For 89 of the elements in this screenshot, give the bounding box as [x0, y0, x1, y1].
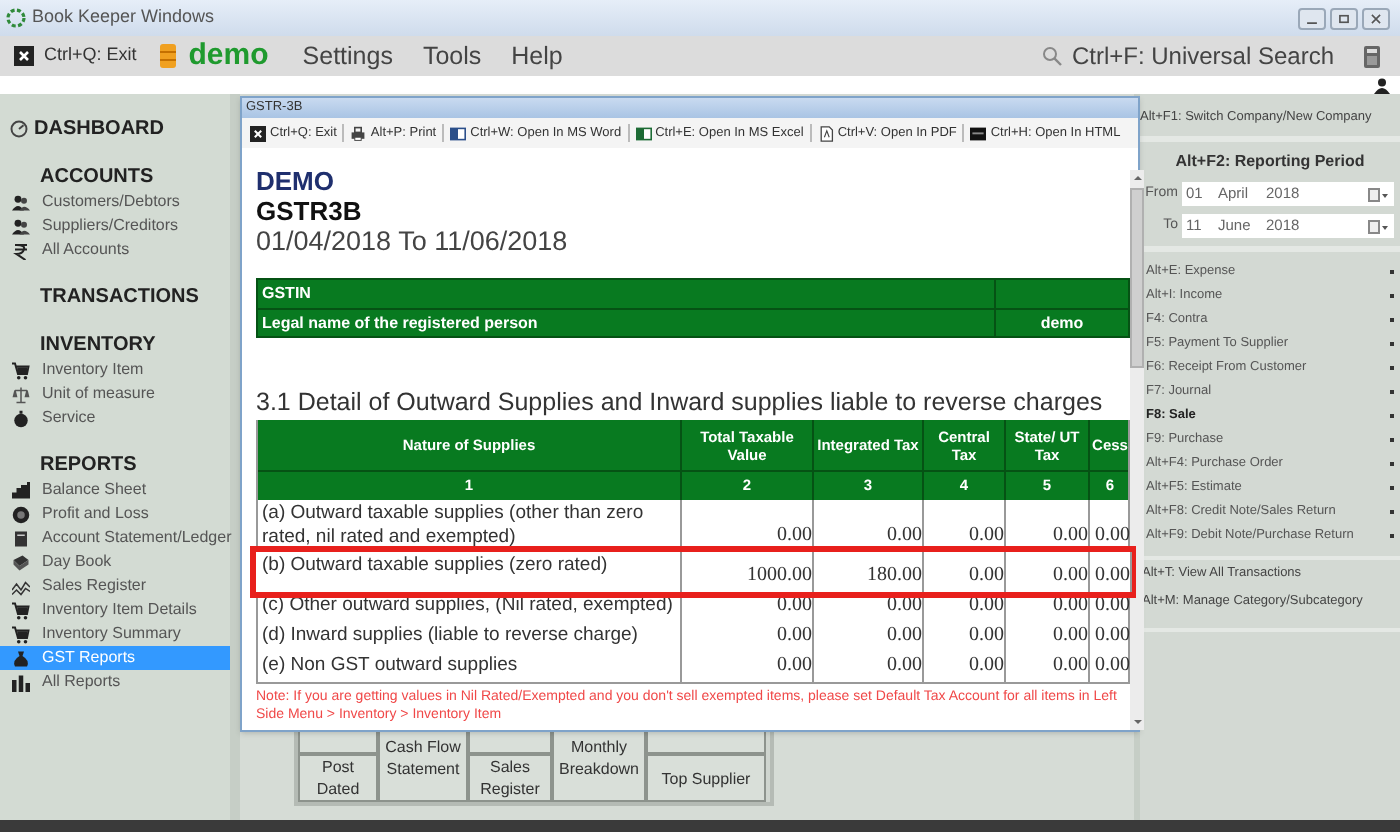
- universal-search-link[interactable]: Ctrl+F: Universal Search: [1071, 38, 1334, 74]
- period-text: 01/04/2018 To 11/06/2018: [256, 226, 570, 258]
- report-tile[interactable]: Sales Register: [468, 754, 552, 802]
- ledger-icon: [12, 529, 30, 547]
- table-cell: (d) Inward supplies (liable to reverse charge): [258, 622, 682, 652]
- bars-icon: [12, 673, 30, 691]
- info-label: GSTIN: [260, 282, 313, 306]
- scroll-down-icon[interactable]: [1131, 716, 1143, 728]
- people-icon: [12, 193, 30, 211]
- restore-icon[interactable]: [1330, 7, 1358, 29]
- table-cell: 0.00: [1006, 552, 1090, 592]
- table-cell: 0.00: [814, 652, 924, 682]
- timer-icon: [12, 409, 30, 427]
- app-logo-icon: [6, 8, 26, 28]
- sidebar-item[interactable]: Inventory Item Details: [0, 598, 230, 622]
- menu-item[interactable]: Help: [511, 37, 563, 75]
- scroll-up-icon[interactable]: [1131, 172, 1143, 184]
- table-cell: 0.00: [924, 652, 1006, 682]
- section-heading: DASHBOARD: [34, 115, 164, 143]
- database-icon: [158, 44, 179, 68]
- search-icon: [1041, 46, 1062, 66]
- report-heading: GSTR3B: [256, 196, 364, 226]
- menu-item[interactable]: Settings: [302, 37, 393, 75]
- table-cell: 0.00: [682, 622, 814, 652]
- table-cell: 1000.00: [682, 552, 814, 592]
- print-icon: [350, 125, 367, 141]
- cart-icon: [12, 361, 30, 379]
- table-cell: (b) Outward taxable supplies (zero rated): [258, 552, 682, 592]
- scale-icon: [12, 385, 30, 403]
- word-icon: [450, 125, 467, 141]
- window-title: Book Keeper Windows: [32, 4, 215, 31]
- sidebar-item[interactable]: Service: [0, 406, 230, 430]
- steps-icon: [12, 481, 30, 499]
- sidebar-item[interactable]: Profit and Loss: [0, 502, 230, 526]
- info-label: Legal name of the registered person: [260, 312, 540, 336]
- section-heading: TRANSACTIONS: [40, 283, 199, 311]
- exit-icon: [14, 46, 34, 66]
- gauge-icon: [10, 119, 28, 137]
- close-icon[interactable]: [1362, 7, 1390, 29]
- section-heading: INVENTORY: [40, 331, 156, 359]
- table-cell: (e) Non GST outward supplies: [258, 652, 682, 682]
- info-value: demo: [1040, 311, 1084, 335]
- report-tile[interactable]: Post Dated: [298, 754, 378, 802]
- sidebar-item[interactable]: Account Statement/Ledger: [0, 526, 230, 550]
- cart-icon: [12, 601, 30, 619]
- sidebar-item[interactable]: Balance Sheet: [0, 478, 230, 502]
- reporting-period-title: Alt+F2: Reporting Period: [1173, 150, 1367, 174]
- cart-icon: [12, 625, 30, 643]
- sidebar-item[interactable]: Day Book: [0, 550, 230, 574]
- table-cell: 180.00: [814, 552, 924, 592]
- table-cell: 0.00: [814, 622, 924, 652]
- section-heading: REPORTS: [40, 451, 137, 479]
- people-icon: [12, 217, 30, 235]
- sidebar-item[interactable]: Suppliers/Creditors: [0, 214, 230, 238]
- rupee-icon: [12, 241, 30, 259]
- company-heading: DEMO: [256, 166, 336, 196]
- exit-menu-item[interactable]: Ctrl+Q: Exit: [44, 42, 137, 70]
- section-heading: ACCOUNTS: [40, 163, 154, 191]
- table-cell: 0.00: [682, 652, 814, 682]
- user-icon[interactable]: [1374, 77, 1390, 93]
- table-cell: 0.00: [1006, 652, 1090, 682]
- calculator-icon[interactable]: [1364, 45, 1380, 67]
- wave-icon: [12, 577, 30, 595]
- book-icon: [12, 553, 30, 571]
- calendar-dropdown-icon[interactable]: [1368, 187, 1390, 201]
- sidebar-item[interactable]: Inventory Summary: [0, 622, 230, 646]
- table-cell: 0.00: [924, 622, 1006, 652]
- sidebar-item[interactable]: GST Reports: [0, 646, 230, 670]
- table-cell: 0.00: [1006, 622, 1090, 652]
- coin-icon: [12, 505, 30, 523]
- sidebar-item[interactable]: Inventory Item: [0, 358, 230, 382]
- html-icon: [970, 125, 987, 141]
- sidebar-item[interactable]: All Reports: [0, 670, 230, 694]
- report-tile[interactable]: Top Supplier: [646, 754, 766, 802]
- bag-icon: [12, 649, 30, 667]
- sidebar-item[interactable]: Unit of measure: [0, 382, 230, 406]
- excel-icon: [635, 125, 652, 141]
- table-cell: 0.00: [1090, 552, 1132, 592]
- sidebar-item[interactable]: Customers/Debtors: [0, 190, 230, 214]
- sidebar-item[interactable]: All Accounts: [0, 238, 230, 262]
- minimize-icon[interactable]: [1298, 7, 1326, 29]
- pdf-icon: [817, 125, 834, 141]
- sidebar-item[interactable]: Sales Register: [0, 574, 230, 598]
- scrollbar[interactable]: [1130, 170, 1144, 730]
- table-cell: 0.00: [924, 552, 1006, 592]
- calendar-dropdown-icon[interactable]: [1368, 219, 1390, 233]
- menu-item[interactable]: Tools: [422, 37, 482, 75]
- section-title: 3.1 Detail of Outward Supplies and Inward supplies liable to reverse charges: [256, 388, 1105, 418]
- exit-icon: [250, 125, 266, 141]
